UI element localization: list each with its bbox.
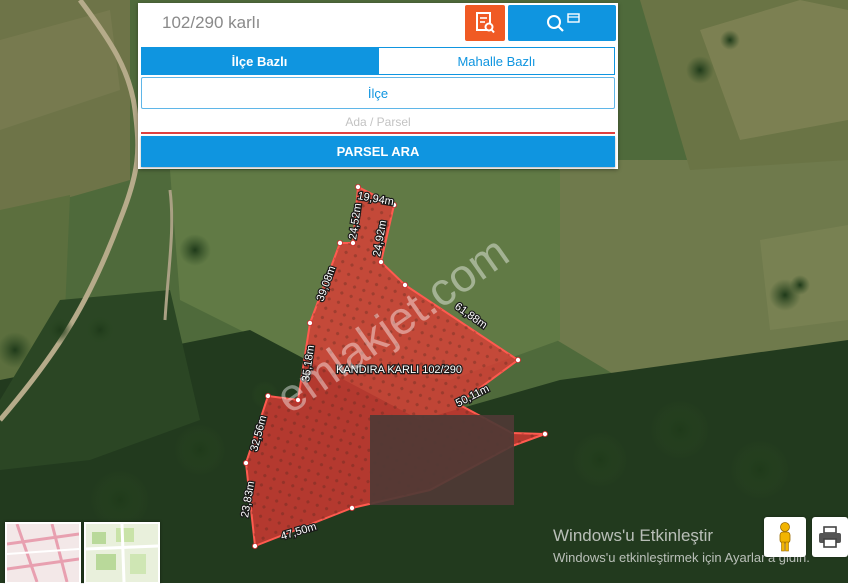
ada-parsel-input[interactable]: Ada / Parsel (141, 112, 615, 134)
pegman-icon (779, 522, 791, 552)
plan-map-preview (86, 524, 158, 582)
document-search-button[interactable] (465, 5, 505, 41)
street-map-preview (7, 524, 79, 582)
map-thumbnail-street[interactable] (5, 522, 81, 584)
parsel-ara-button[interactable]: PARSEL ARA (141, 136, 615, 167)
map-thumbnail-plan[interactable] (84, 522, 160, 584)
street-view-button[interactable] (764, 517, 806, 557)
search-icon (547, 13, 580, 32)
tab-mahalle-bazli[interactable]: Mahalle Bazlı (378, 47, 615, 75)
search-panel: 102/290 karlı İlçe Bazlı Mahalle Bazlı İ… (138, 3, 618, 169)
print-icon (819, 526, 841, 548)
search-button[interactable] (508, 5, 616, 41)
document-search-icon (476, 12, 495, 34)
ilce-select[interactable]: İlçe (141, 77, 615, 109)
tab-ilce-bazli[interactable]: İlçe Bazlı (141, 47, 378, 75)
blurred-area (370, 415, 514, 505)
search-row: 102/290 karlı (138, 3, 618, 43)
print-button[interactable] (812, 517, 848, 557)
search-tabs: İlçe Bazlı Mahalle Bazlı (141, 47, 615, 75)
search-input[interactable]: 102/290 karlı (162, 13, 260, 33)
windows-activation-title: Windows'u Etkinleştir (553, 526, 714, 545)
